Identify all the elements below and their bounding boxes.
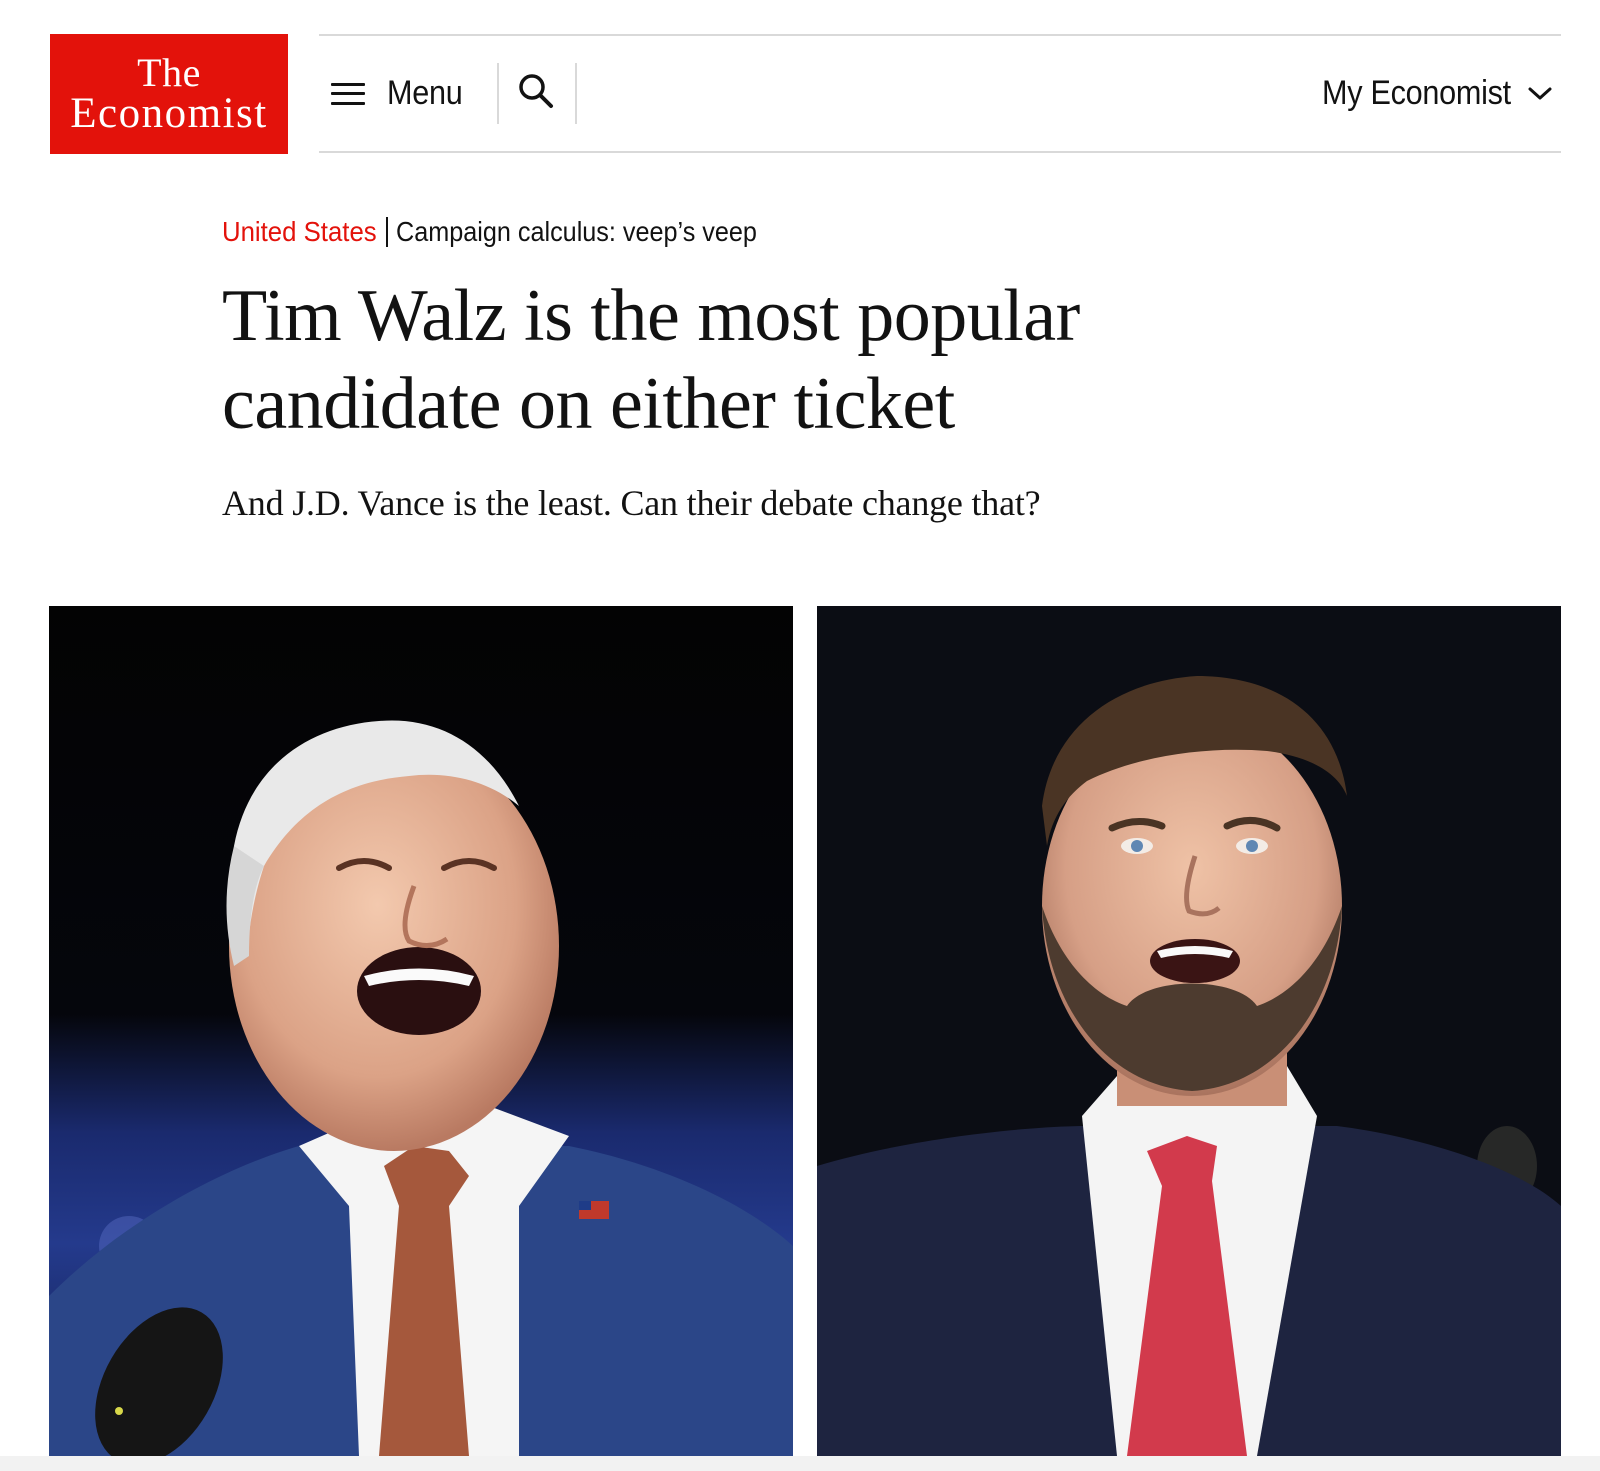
top-navigation: Menu My Economist (319, 34, 1561, 153)
search-icon (519, 74, 553, 108)
kicker-separator (386, 217, 389, 247)
walz-photo-illustration (49, 606, 793, 1456)
chevron-down-icon (1528, 87, 1552, 99)
nav-divider (575, 63, 577, 124)
logo-line-the: The (137, 50, 201, 96)
my-economist-dropdown[interactable]: My Economist (1301, 36, 1553, 151)
menu-label: Menu (387, 74, 463, 112)
article-kicker: United States Campaign calculus: veep’s … (222, 216, 797, 248)
search-button[interactable] (515, 70, 559, 114)
article-topic: Campaign calculus: veep’s veep (396, 216, 758, 247)
nav-divider (497, 63, 499, 124)
window-bottom-bar (0, 1456, 1600, 1471)
article-standfirst: And J.D. Vance is the least. Can their d… (222, 483, 1041, 523)
article-headline: Tim Walz is the most popular candidate o… (222, 275, 1080, 445)
hamburger-icon (331, 82, 365, 105)
section-link[interactable]: United States (222, 216, 377, 248)
logo-line-economist: Economist (70, 89, 268, 137)
vance-photo-illustration (817, 606, 1561, 1456)
vance-photo (817, 606, 1561, 1456)
economist-logo[interactable]: The Economist (50, 34, 288, 154)
walz-photo (49, 606, 793, 1456)
my-economist-label: My Economist (1322, 74, 1511, 112)
menu-button[interactable]: Menu (331, 36, 471, 151)
